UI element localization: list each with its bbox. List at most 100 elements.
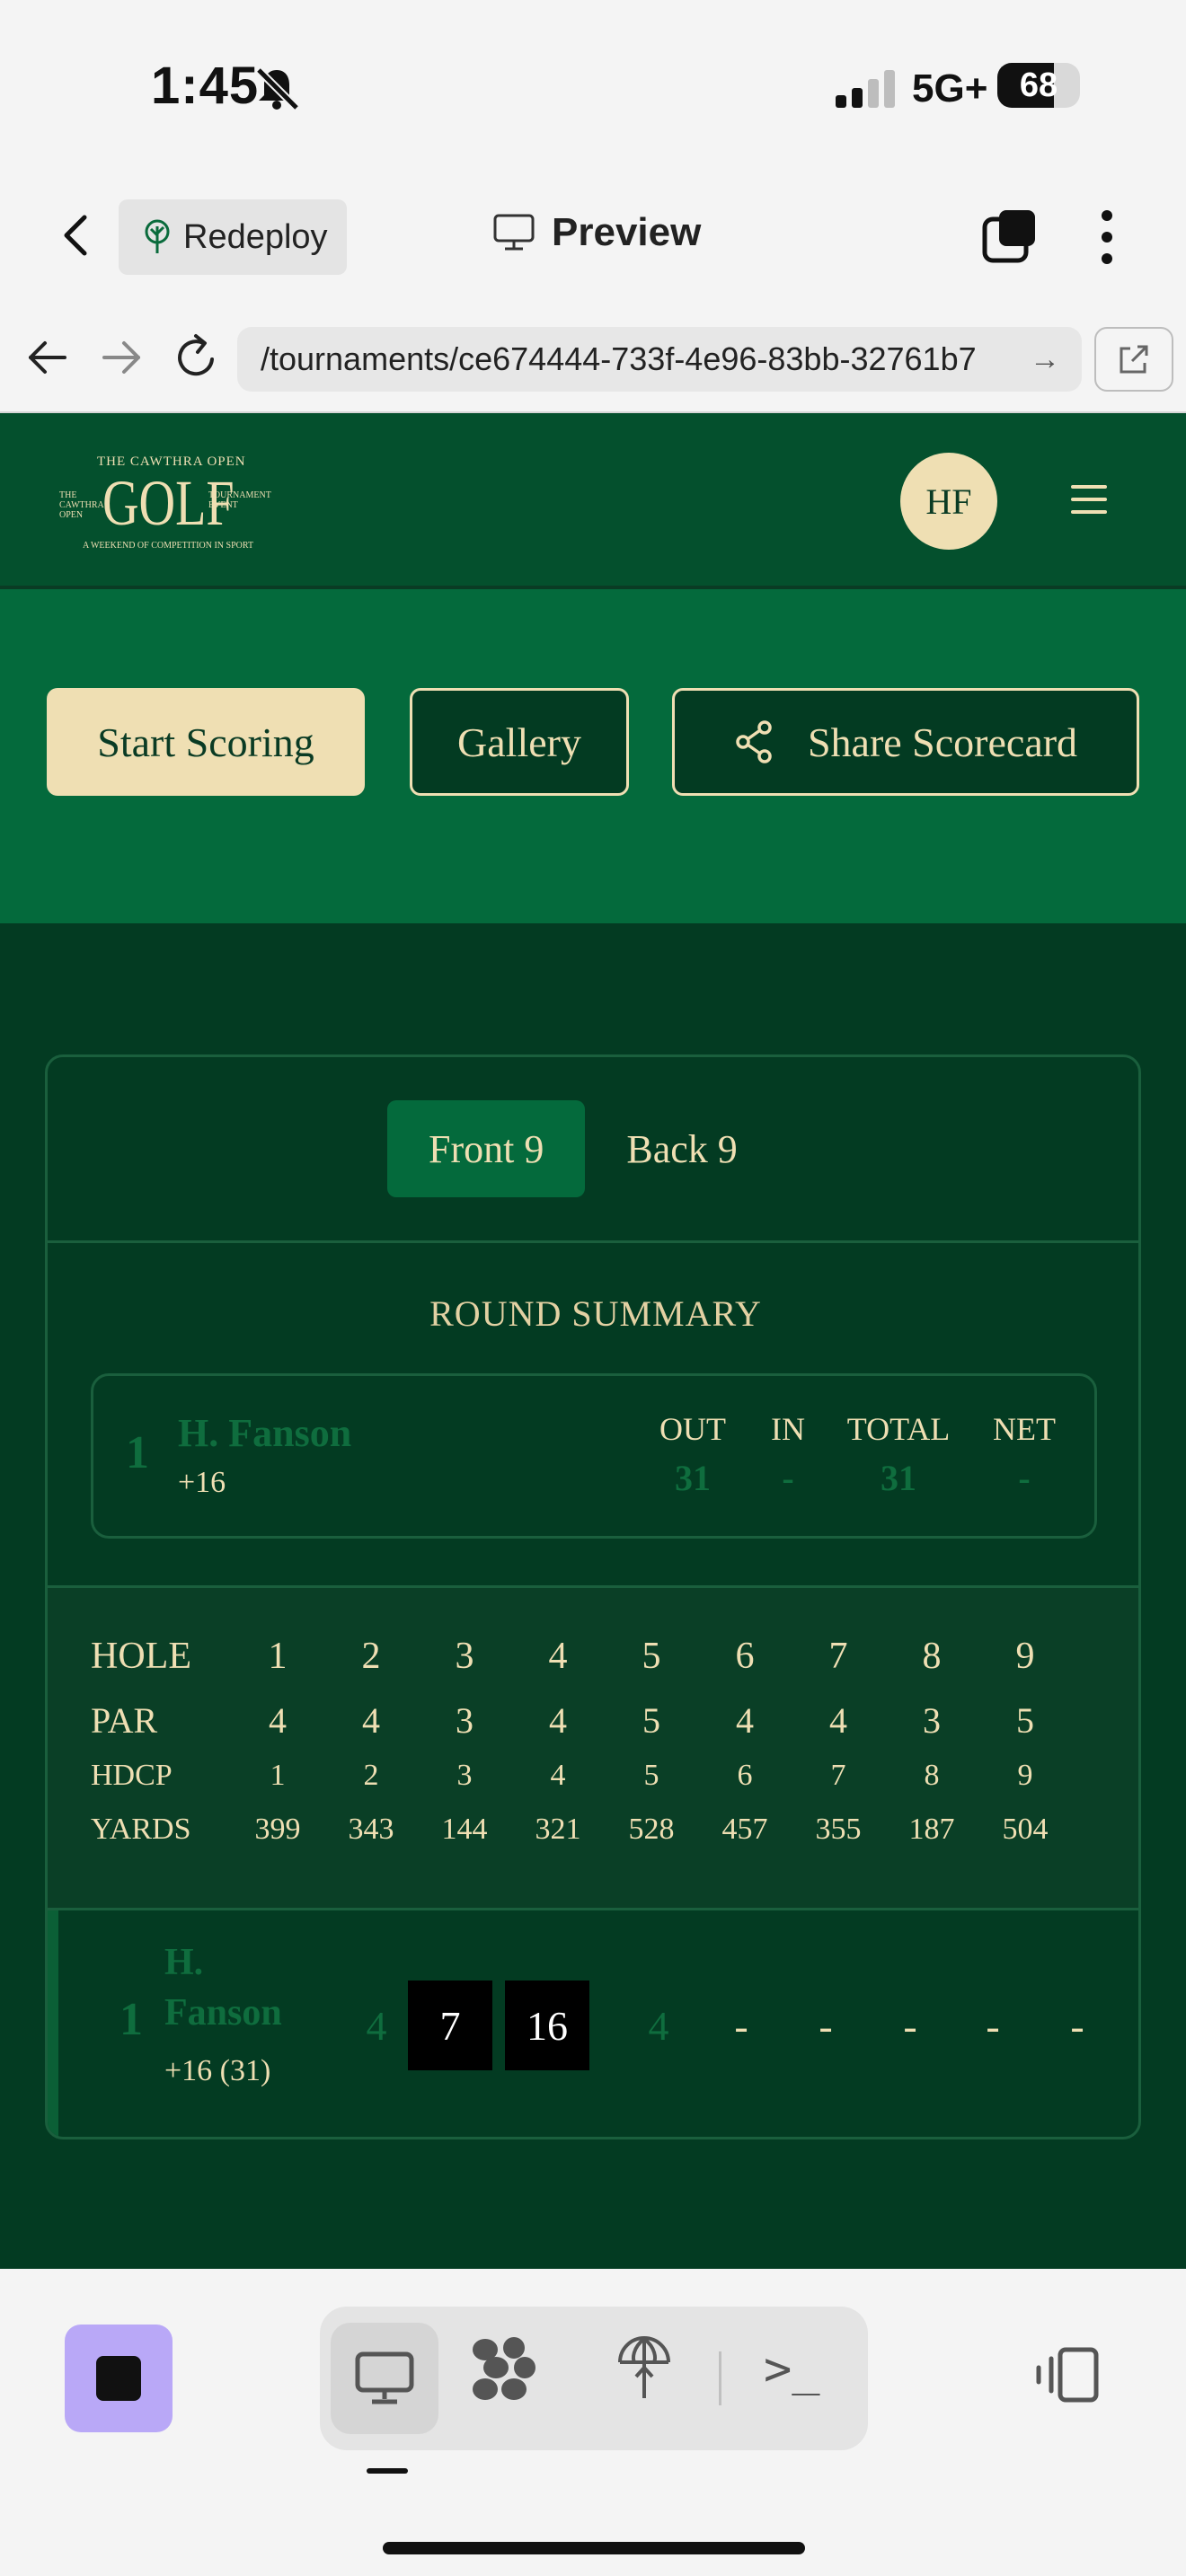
stop-button[interactable] bbox=[65, 2325, 173, 2432]
hdcp-cell: 1 bbox=[270, 1759, 286, 1792]
player-name-line2: Fanson bbox=[164, 1992, 282, 2033]
stop-icon bbox=[96, 2356, 141, 2401]
arrow-left-icon[interactable] bbox=[25, 332, 72, 383]
apps-grid-icon[interactable] bbox=[471, 2335, 539, 2404]
yards-cell: 343 bbox=[348, 1813, 394, 1846]
hole-cell: 7 bbox=[828, 1636, 848, 1677]
redeploy-label: Redeploy bbox=[183, 217, 328, 256]
hole-score-7[interactable]: - bbox=[883, 1981, 937, 2070]
hdcp-cell: 6 bbox=[737, 1759, 753, 1792]
deploy-globe-icon[interactable] bbox=[613, 2332, 676, 2404]
row-label-par: PAR bbox=[91, 1700, 158, 1741]
yards-cell: 528 bbox=[628, 1813, 675, 1846]
hole-cell: 8 bbox=[922, 1636, 942, 1677]
site-header: THE CAWTHRA OPEN THE CAWTHRA OPEN GOLF T… bbox=[0, 413, 1186, 589]
gallery-button[interactable]: Gallery bbox=[410, 688, 629, 796]
hole-cell: 5 bbox=[642, 1636, 661, 1677]
tree-icon bbox=[145, 219, 170, 253]
preview-title[interactable]: Preview bbox=[492, 210, 701, 255]
summary-net: NET - bbox=[979, 1410, 1069, 1499]
par-cell: 4 bbox=[362, 1700, 380, 1741]
user-avatar[interactable]: HF bbox=[900, 453, 997, 550]
cawthra-open-golf-logo[interactable]: THE CAWTHRA OPEN THE CAWTHRA OPEN GOLF T… bbox=[59, 451, 271, 559]
hole-score-4[interactable]: 4 bbox=[632, 1981, 686, 2070]
player-score-summary: +16 (31) bbox=[164, 2054, 271, 2087]
desktop-view-button[interactable] bbox=[331, 2323, 438, 2434]
summary-in-value: - bbox=[782, 1458, 794, 1498]
player-name-line1: H. bbox=[164, 1942, 204, 1983]
summary-handicap: +16 bbox=[178, 1466, 226, 1499]
more-vertical-icon[interactable] bbox=[1089, 208, 1125, 266]
start-scoring-button[interactable]: Start Scoring bbox=[47, 688, 365, 796]
app-bar: Redeploy Preview bbox=[0, 171, 1186, 307]
hdcp-cell: 5 bbox=[643, 1759, 659, 1792]
side-panel-icon[interactable] bbox=[1033, 2346, 1102, 2404]
share-scorecard-button[interactable]: Share Scorecard bbox=[672, 688, 1139, 796]
summary-net-value: - bbox=[1018, 1458, 1031, 1498]
summary-net-label: NET bbox=[993, 1411, 1056, 1447]
summary-out: OUT 31 bbox=[643, 1410, 742, 1499]
battery-level: 68 bbox=[1019, 66, 1058, 104]
summary-rank: 1 bbox=[126, 1427, 149, 1478]
share-scorecard-label: Share Scorecard bbox=[807, 719, 1078, 765]
hole-score-1[interactable]: 4 bbox=[350, 1981, 403, 2070]
hdcp-cell: 4 bbox=[550, 1759, 566, 1792]
player-rank: 1 bbox=[119, 1994, 143, 2045]
summary-in: IN - bbox=[757, 1410, 819, 1499]
divider bbox=[48, 1240, 1138, 1243]
summary-out-label: OUT bbox=[659, 1411, 726, 1447]
par-cell: 3 bbox=[923, 1700, 941, 1741]
go-arrow-icon[interactable]: → bbox=[1030, 342, 1060, 377]
hole-score-8[interactable]: - bbox=[966, 1981, 1020, 2070]
hamburger-menu-icon[interactable] bbox=[1069, 483, 1109, 516]
url-bar: /tournaments/ce674444-733f-4e96-83bb-327… bbox=[0, 305, 1186, 413]
hole-score-9[interactable]: - bbox=[1050, 1981, 1104, 2070]
par-cell: 4 bbox=[549, 1700, 567, 1741]
tab-front-9[interactable]: Front 9 bbox=[387, 1100, 586, 1197]
hdcp-cell: 8 bbox=[924, 1759, 940, 1792]
home-indicator bbox=[383, 2542, 805, 2554]
bottom-toolbar: >_ bbox=[0, 2269, 1186, 2576]
hole-score-6[interactable]: - bbox=[799, 1981, 853, 2070]
hole-cell: 1 bbox=[268, 1636, 288, 1677]
url-field[interactable]: /tournaments/ce674444-733f-4e96-83bb-327… bbox=[237, 327, 1082, 392]
summary-total-label: TOTAL bbox=[846, 1411, 951, 1447]
network-type: 5G+ bbox=[912, 66, 988, 110]
signal-icon bbox=[836, 70, 895, 108]
hole-score-3[interactable]: 16 bbox=[505, 1981, 589, 2070]
hdcp-cell: 2 bbox=[363, 1759, 379, 1792]
hole-cell: 6 bbox=[735, 1636, 755, 1677]
yards-cell: 144 bbox=[441, 1813, 488, 1846]
hdcp-cell: 3 bbox=[456, 1759, 473, 1792]
hole-cell: 2 bbox=[361, 1636, 381, 1677]
preview-label: Preview bbox=[552, 210, 702, 254]
back-chevron-icon[interactable] bbox=[50, 208, 104, 262]
tab-back-9[interactable]: Back 9 bbox=[585, 1100, 778, 1197]
yards-cell: 187 bbox=[908, 1813, 955, 1846]
redeploy-button[interactable]: Redeploy bbox=[119, 199, 347, 275]
status-bar: 1:45 5G+ 68 bbox=[0, 0, 1186, 171]
player-score-row[interactable]: 1 H. Fanson +16 (31) 4 7 16 4- - - - - bbox=[48, 1910, 1138, 2137]
par-cell: 5 bbox=[642, 1700, 660, 1741]
hdcp-cell: 7 bbox=[830, 1759, 846, 1792]
hole-score-5[interactable]: - bbox=[714, 1981, 768, 2070]
main-content: Front 9 Back 9 ROUND SUMMARY 1 H. Fanson… bbox=[0, 923, 1186, 2269]
round-summary: 1 H. Fanson +16 OUT 31 IN - TOTAL 31 NET… bbox=[91, 1373, 1097, 1539]
logo-bottom-line: A WEEKEND OF COMPETITION IN SPORT bbox=[83, 541, 254, 551]
hole-score-2[interactable]: 7 bbox=[408, 1981, 492, 2070]
reload-icon[interactable] bbox=[171, 331, 221, 384]
arrow-right-icon[interactable] bbox=[97, 332, 144, 383]
row-label-yards: YARDS bbox=[91, 1813, 191, 1846]
terminal-icon[interactable]: >_ bbox=[764, 2342, 820, 2396]
url-text: /tournaments/ce674444-733f-4e96-83bb-327… bbox=[261, 340, 977, 377]
hole-cell: 3 bbox=[455, 1636, 474, 1677]
summary-out-value: 31 bbox=[675, 1458, 711, 1498]
round-summary-title: ROUND SUMMARY bbox=[429, 1293, 762, 1334]
tabs-icon[interactable] bbox=[981, 208, 1039, 266]
separator bbox=[719, 2351, 721, 2405]
summary-in-label: IN bbox=[771, 1411, 805, 1447]
open-external-button[interactable] bbox=[1094, 327, 1173, 392]
par-cell: 4 bbox=[736, 1700, 754, 1741]
view-switcher: >_ bbox=[320, 2307, 868, 2450]
par-cell: 4 bbox=[269, 1700, 287, 1741]
